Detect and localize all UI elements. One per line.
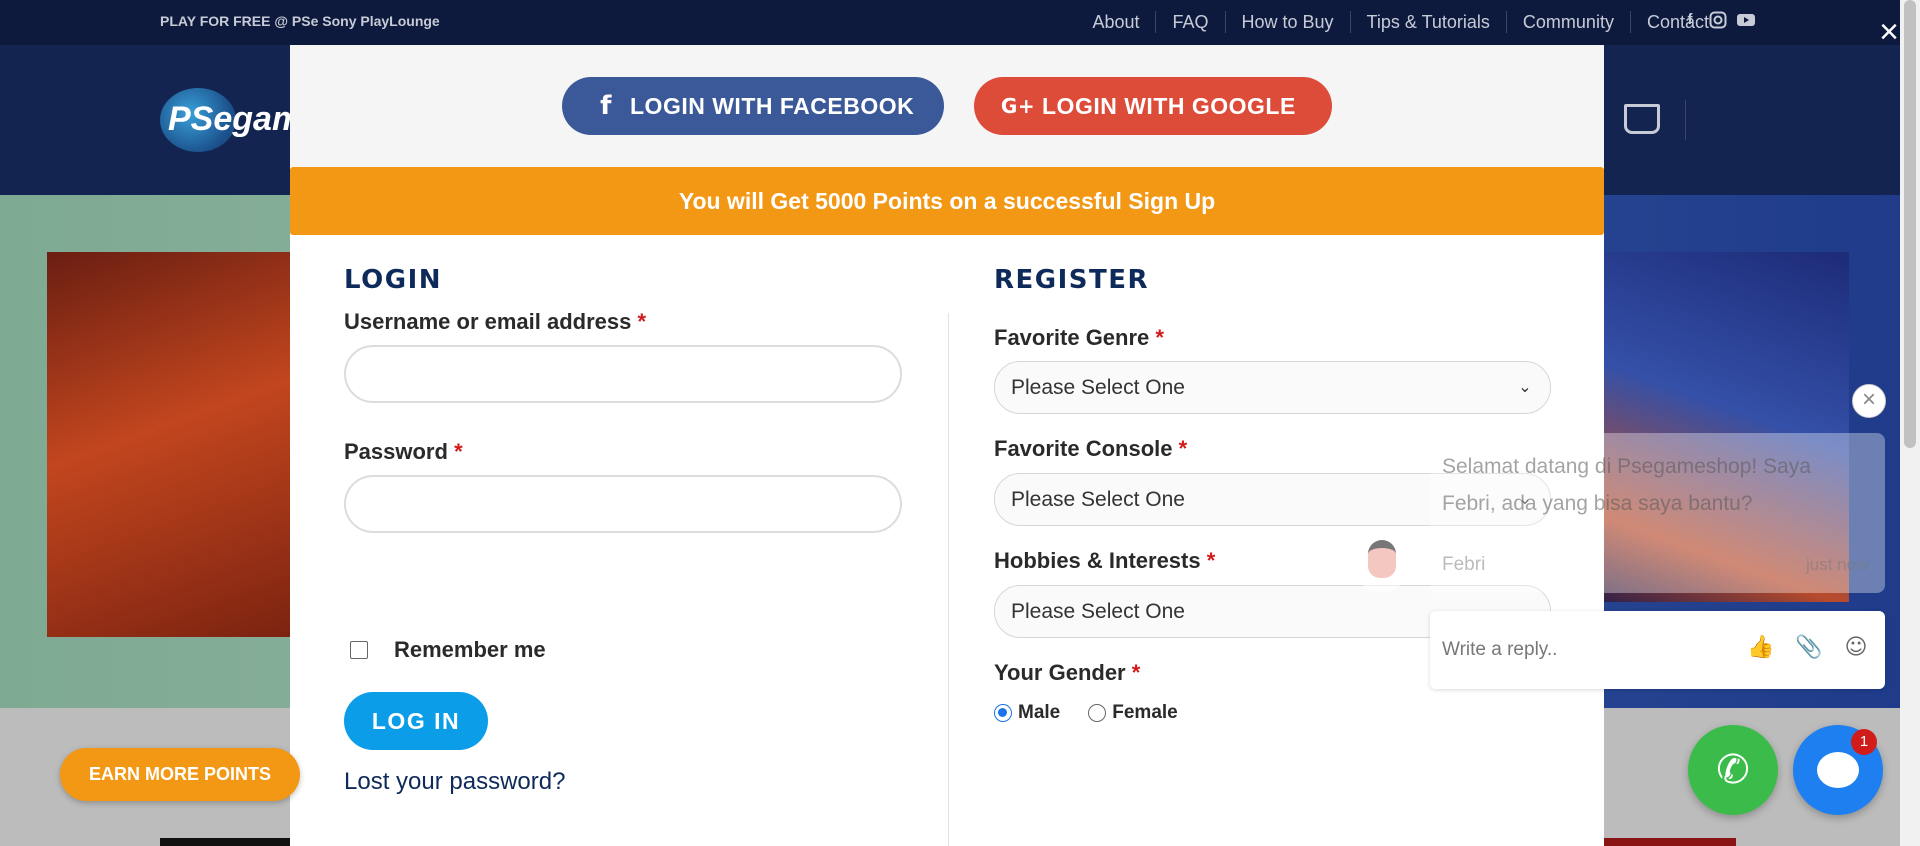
nav-faq[interactable]: FAQ [1155, 11, 1224, 33]
reply-placeholder[interactable]: Write a reply.. [1442, 639, 1557, 661]
password-label: Password * [344, 439, 463, 464]
chat-close-icon[interactable]: × [1852, 384, 1886, 418]
instagram-icon[interactable] [1709, 11, 1727, 29]
nav-tips-tutorials[interactable]: Tips & Tutorials [1349, 11, 1506, 33]
remember-me[interactable]: Remember me [344, 637, 546, 663]
chevron-down-icon: ⌄ [1518, 377, 1532, 396]
close-icon[interactable]: × [1876, 15, 1902, 49]
login-facebook-button[interactable]: f LOGIN WITH FACEBOOK [562, 77, 944, 135]
google-plus-icon: G+ [1000, 94, 1036, 118]
youtube-icon[interactable] [1737, 11, 1755, 29]
chat-message: Selamat datang di Psegameshop! Saya Febr… [1442, 455, 1811, 515]
genre-select-value: Please Select One [1011, 376, 1185, 399]
login-google-button[interactable]: G+ LOGIN WITH GOOGLE [974, 77, 1332, 135]
login-register-modal: f LOGIN WITH FACEBOOK G+ LOGIN WITH GOOG… [290, 45, 1604, 846]
gender-options: Male Female [994, 702, 1554, 724]
nav-about[interactable]: About [1076, 11, 1155, 33]
remember-label: Remember me [394, 637, 546, 662]
reply-actions: 👍 📎 ☺ [1747, 635, 1869, 661]
nav-how-to-buy[interactable]: How to Buy [1224, 11, 1350, 33]
unread-badge: 1 [1851, 729, 1877, 755]
username-input[interactable] [344, 345, 902, 403]
console-select-value: Please Select One [1011, 488, 1185, 511]
agent-avatar [1352, 532, 1412, 592]
promo-text[interactable]: PLAY FOR FREE @ PSe Sony PlayLounge [160, 13, 440, 29]
register-title: REGISTER [994, 265, 1150, 295]
facebook-icon: f [600, 91, 612, 121]
social-links: f [1681, 11, 1755, 29]
thumbs-up-icon[interactable]: 👍 [1747, 635, 1774, 661]
genre-select[interactable]: Please Select One ⌄ [994, 361, 1551, 414]
facebook-icon[interactable]: f [1681, 11, 1699, 29]
gender-female-label: Female [1112, 702, 1178, 723]
login-section: LOGIN Username or email address * Passwo… [344, 265, 904, 795]
google-button-label: LOGIN WITH GOOGLE [1042, 92, 1296, 119]
banner-image-left[interactable] [47, 252, 307, 637]
signup-points-banner: You will Get 5000 Points on a successful… [290, 167, 1604, 235]
gender-female-radio[interactable] [1088, 704, 1107, 722]
chat-sender: Febri [1442, 554, 1486, 575]
social-login-area: f LOGIN WITH FACEBOOK G+ LOGIN WITH GOOG… [290, 45, 1604, 167]
lost-password-link[interactable]: Lost your password? [344, 768, 565, 796]
product-strip-left [160, 838, 290, 846]
logo-text: PSegam [168, 100, 303, 138]
chat-timestamp: just now [1806, 555, 1869, 574]
gender-male-label: Male [1018, 702, 1061, 723]
remember-checkbox[interactable] [350, 641, 368, 659]
chat-reply-box[interactable]: Write a reply.. 👍 📎 ☺ [1430, 611, 1885, 689]
chat-bubble-icon [1817, 752, 1859, 788]
paperclip-icon[interactable]: 📎 [1795, 635, 1822, 661]
nav-community[interactable]: Community [1505, 11, 1630, 33]
login-title: LOGIN [344, 265, 443, 295]
header-divider [1685, 100, 1686, 140]
login-button[interactable]: LOG IN [344, 692, 488, 750]
avatar-face [1368, 540, 1396, 578]
emoji-icon[interactable]: ☺ [1843, 635, 1869, 661]
top-bar: PLAY FOR FREE @ PSe Sony PlayLounge Abou… [0, 0, 1900, 45]
gender-male-radio[interactable] [994, 704, 1012, 722]
password-input[interactable] [344, 475, 902, 533]
scrollbar[interactable] [1900, 0, 1920, 846]
hobbies-select-value: Please Select One [1011, 600, 1185, 623]
whatsapp-icon: ✆ [1716, 747, 1750, 793]
earn-more-points-button[interactable]: EARN MORE POINTS [60, 748, 300, 801]
whatsapp-button[interactable]: ✆ [1688, 725, 1778, 815]
cart-icon[interactable] [1624, 104, 1660, 134]
column-divider [948, 313, 949, 846]
top-nav: About FAQ How to Buy Tips & Tutorials Co… [1076, 11, 1725, 33]
scrollbar-thumb[interactable] [1904, 0, 1916, 448]
chat-launcher-button[interactable]: 1 [1793, 725, 1883, 815]
username-label: Username or email address * [344, 309, 647, 334]
facebook-button-label: LOGIN WITH FACEBOOK [630, 92, 915, 119]
genre-label: Favorite Genre * [994, 325, 1164, 350]
